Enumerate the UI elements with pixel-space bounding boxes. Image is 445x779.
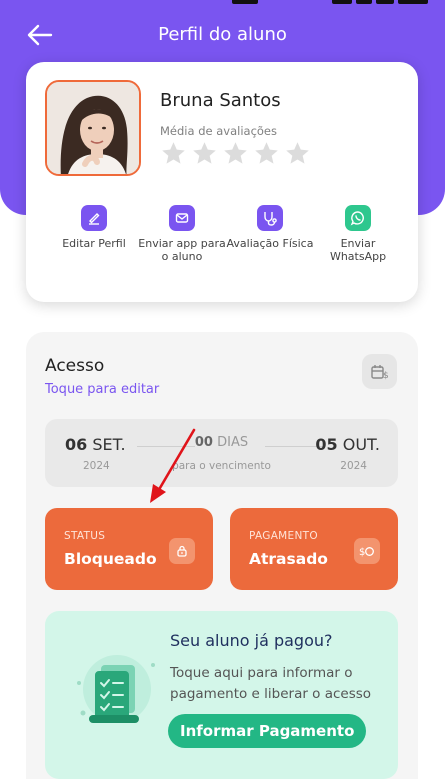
star-icon <box>286 142 309 164</box>
student-photo <box>47 82 139 174</box>
send-app-label: Enviar app para o aluno <box>138 237 226 263</box>
mail-icon <box>169 205 195 231</box>
access-period: 06 SET. 2024 00 DIAS para o vencimento 0… <box>45 419 398 487</box>
svg-text:$: $ <box>383 371 389 381</box>
student-profile-screen: Perfil do aluno Bruna Santos Média de av… <box>0 0 445 779</box>
edit-profile-button[interactable]: Editar Perfil <box>50 205 138 263</box>
svg-text:$: $ <box>359 547 365 558</box>
access-payment-button[interactable]: $ <box>362 354 397 389</box>
payment-label: PAGAMENTO <box>249 530 318 542</box>
star-icon <box>193 142 216 164</box>
send-app-button[interactable]: Enviar app para o aluno <box>138 205 226 263</box>
stethoscope-icon <box>257 205 283 231</box>
status-tile[interactable]: STATUS Bloqueado <box>45 508 213 590</box>
whatsapp-icon <box>345 205 371 231</box>
send-whatsapp-label: Enviar WhatsApp <box>329 237 387 263</box>
profile-card: Bruna Santos Média de avaliações Editar … <box>26 62 418 302</box>
physical-assessment-label: Avaliação Física <box>226 237 314 250</box>
rating-label: Média de avaliações <box>160 124 277 138</box>
edit-access-link[interactable]: Toque para editar <box>45 382 159 397</box>
status-value: Bloqueado <box>64 550 157 568</box>
star-icon <box>255 142 278 164</box>
payment-prompt-text: Toque aqui para informar o pagamento e l… <box>170 665 372 702</box>
physical-assessment-button[interactable]: Avaliação Física <box>226 205 314 263</box>
edit-profile-label: Editar Perfil <box>62 237 126 250</box>
end-year: 2024 <box>340 460 367 472</box>
payment-value: Atrasado <box>249 550 328 568</box>
star-icon <box>162 142 185 164</box>
avatar[interactable] <box>45 80 141 176</box>
profile-actions: Editar Perfil Enviar app para o aluno Av… <box>50 205 402 263</box>
student-name: Bruna Santos <box>160 90 281 111</box>
star-icon <box>224 142 247 164</box>
send-whatsapp-button[interactable]: Enviar WhatsApp <box>314 205 402 263</box>
payment-card-icon: $ <box>370 364 389 381</box>
rating-stars <box>160 140 311 167</box>
access-title: Acesso <box>45 356 105 376</box>
receipt-checklist-icon <box>77 655 155 723</box>
payment-prompt-title: Seu aluno já pagou? <box>170 631 333 650</box>
access-card: Acesso Toque para editar $ 06 SET. 2024 … <box>26 332 418 779</box>
page-title: Perfil do aluno <box>158 24 287 45</box>
dollar-coin-icon: $ <box>354 538 380 564</box>
lock-icon <box>169 538 195 564</box>
pencil-icon <box>81 205 107 231</box>
status-bar <box>0 0 445 6</box>
payment-prompt[interactable]: Seu aluno já pagou? Toque aqui para info… <box>45 611 398 779</box>
payment-tile[interactable]: PAGAMENTO Atrasado $ <box>230 508 398 590</box>
status-label: STATUS <box>64 530 106 542</box>
end-date: 05 OUT. <box>315 435 380 454</box>
inform-payment-button[interactable]: Informar Pagamento <box>168 714 367 748</box>
